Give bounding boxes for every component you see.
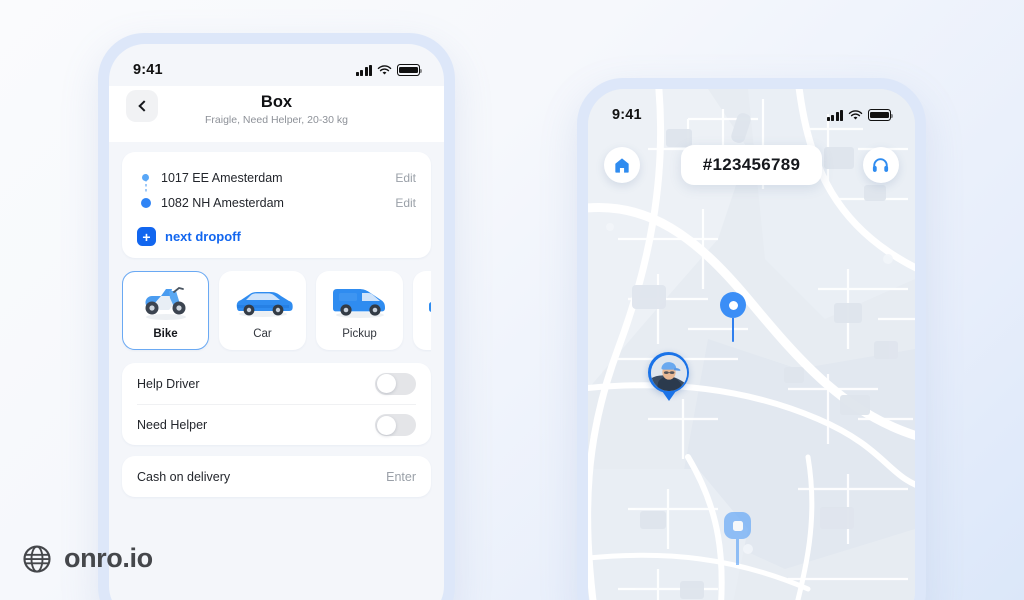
home-button[interactable] [604,147,640,183]
pickup-marker[interactable] [720,292,746,342]
support-button[interactable] [862,147,899,183]
edit-dropoff-button[interactable]: Edit [395,196,416,210]
vehicle-option-car[interactable]: Car [219,271,306,350]
status-time: 9:41 [133,62,163,78]
brand-name: onro.io [64,543,153,573]
brand-logo: onro.io [22,543,153,574]
chevron-left-icon [137,100,150,112]
vehicle-option-van[interactable]: Van [413,271,431,350]
driver-marker[interactable] [648,352,689,401]
avatar [650,354,687,391]
address-row-dropoff[interactable]: 1082 NH Amesterdam Edit [137,190,416,215]
driver-pin-tip [661,391,676,401]
right-phone-frame: 9:41 #123456789 [577,78,926,600]
dropoff-dot-icon [137,197,154,208]
left-header: Box Fraigle, Need Helper, 20-30 kg [109,86,444,142]
status-time: 9:41 [612,107,642,123]
cash-card: Cash on delivery Enter [122,456,431,497]
cash-enter-button[interactable]: Enter [386,470,416,484]
scooter-icon [138,280,194,324]
battery-full-icon [397,64,423,76]
address-text: 1017 EE Amesterdam [161,170,283,185]
status-icons [827,109,894,121]
globe-icon [23,544,51,573]
vehicle-option-pickup[interactable]: Pickup [316,271,403,350]
vehicle-label: Car [253,328,272,340]
option-label: Need Helper [137,418,208,432]
address-text: 1082 NH Amesterdam [161,195,284,210]
plus-icon[interactable]: + [137,227,156,246]
destination-pin-icon [724,512,751,539]
address-card: 1017 EE Amesterdam Edit 1082 NH Amesterd… [122,152,431,258]
page-subtitle: Fraigle, Need Helper, 20-30 kg [205,114,348,126]
order-id-badge[interactable]: #123456789 [680,145,823,185]
right-status-bar: 9:41 [588,89,915,131]
help-driver-toggle[interactable] [375,372,416,395]
pickup-dot-icon [137,174,154,181]
vehicle-label: Bike [153,328,178,340]
cellular-bars-icon [827,109,843,121]
left-phone-frame: 9:41 Box Fraigle, Need Helper, 20-30 kg [98,33,455,600]
right-phone-screen: 9:41 #123456789 [588,89,915,600]
need-helper-toggle[interactable] [375,414,416,436]
add-next-dropoff[interactable]: + next dropoff [137,227,416,246]
option-row-need-helper[interactable]: Need Helper [137,404,416,445]
back-button[interactable] [126,90,158,122]
cellular-bars-icon [356,64,372,76]
wifi-icon [848,109,863,120]
edit-pickup-button[interactable]: Edit [395,171,416,185]
vehicle-option-bike[interactable]: Bike [122,271,209,350]
next-dropoff-label[interactable]: next dropoff [165,229,241,244]
van-icon [329,280,391,324]
sedan-icon [232,280,294,324]
vehicle-selector[interactable]: Bike Car Pickup [122,269,431,352]
cash-on-delivery-row[interactable]: Cash on delivery Enter [122,456,431,497]
option-label: Help Driver [137,376,200,391]
pin-stem [731,318,735,342]
page-title: Box [260,93,293,111]
pin-stem [736,539,739,565]
battery-full-icon [868,109,894,121]
headset-icon [873,157,889,172]
options-card: Help Driver Need Helper [122,363,431,445]
wifi-icon [377,64,392,75]
left-phone-screen: 9:41 Box Fraigle, Need Helper, 20-30 kg [109,44,444,600]
left-status-bar: 9:41 [109,44,444,86]
status-icons [356,64,423,76]
destination-marker[interactable] [724,512,751,565]
pickup-truck-icon [426,280,431,324]
driver-avatar-ring [648,352,689,393]
map-top-bar: #123456789 [588,145,915,185]
address-row-pickup[interactable]: 1017 EE Amesterdam Edit [137,165,416,190]
cash-label: Cash on delivery [137,469,231,484]
pickup-pin-icon [720,292,746,318]
driver-photo-icon [650,354,687,391]
home-icon [615,158,629,173]
option-row-help-driver[interactable]: Help Driver [137,363,416,404]
left-content: 1017 EE Amesterdam Edit 1082 NH Amesterd… [109,142,444,507]
vehicle-label: Pickup [342,328,377,340]
